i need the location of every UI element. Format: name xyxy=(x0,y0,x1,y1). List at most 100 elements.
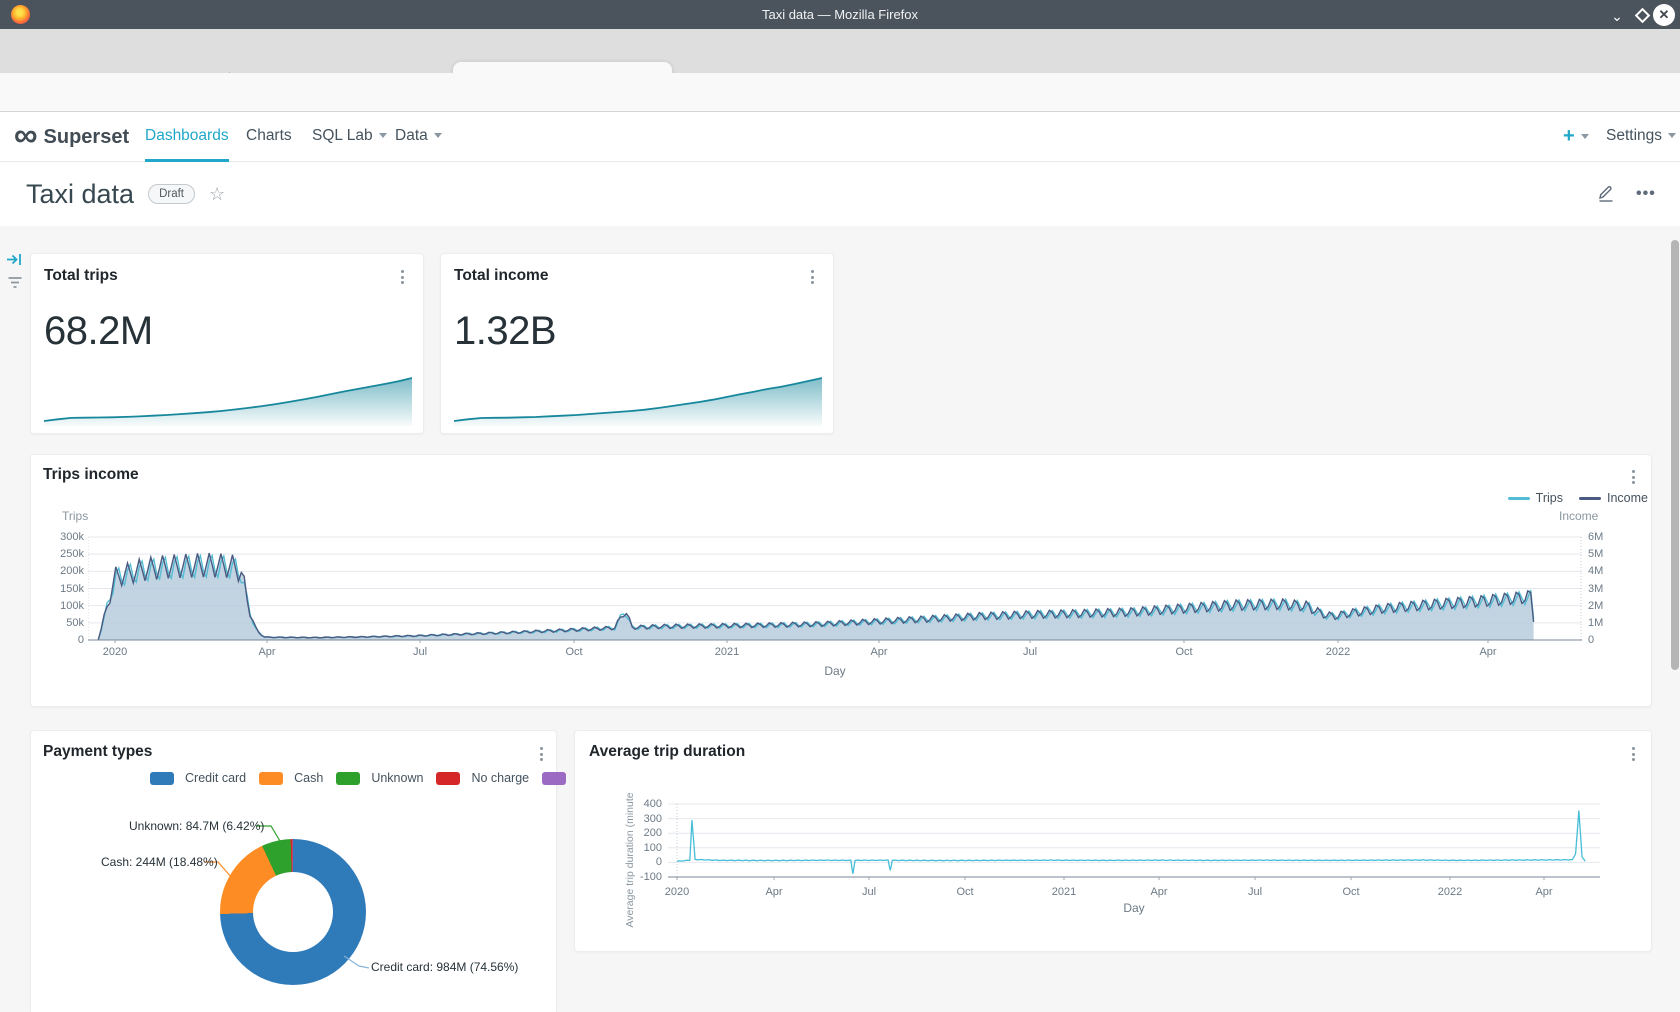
chevron-down-icon xyxy=(1581,134,1589,139)
axis-tick-label: 1M xyxy=(1588,617,1628,629)
nav-label: Settings xyxy=(1606,127,1662,144)
chevron-down-icon xyxy=(1668,133,1676,138)
card-menu-kebab-icon[interactable] xyxy=(395,268,409,286)
chevron-down-icon xyxy=(434,133,442,138)
donut-callout-label: Cash: 244M (18.48%) xyxy=(101,855,218,869)
nav-label: Charts xyxy=(246,127,292,144)
axis-tick-label: Apr xyxy=(258,646,275,658)
card-total-income: Total income 1.32B xyxy=(440,253,834,434)
axis-tick-label: Jul xyxy=(862,886,876,898)
legend-label: Trips xyxy=(1536,491,1563,505)
nav-item-data[interactable]: Data xyxy=(395,112,442,162)
legend-swatch xyxy=(1508,497,1530,500)
axis-tick-label: 2020 xyxy=(665,886,689,898)
card-menu-kebab-icon[interactable] xyxy=(1626,745,1640,763)
card-title: Total trips xyxy=(44,267,118,285)
axis-tick-label: 2M xyxy=(1588,600,1628,612)
axis-tick-label: 100 xyxy=(626,842,662,854)
card-title: Trips income xyxy=(43,466,139,484)
axis-tick-label: Oct xyxy=(956,886,973,898)
axis-tick-label: 2021 xyxy=(715,646,739,658)
legend-label: Income xyxy=(1607,491,1648,505)
card-total-trips: Total trips 68.2M xyxy=(30,253,424,434)
legend-swatch xyxy=(1579,497,1601,500)
axis-tick-label: 6M xyxy=(1588,531,1628,543)
axis-tick-label: 0 xyxy=(40,634,84,646)
window-close-button[interactable]: ✕ xyxy=(1653,4,1675,26)
axis-tick-label: 300 xyxy=(626,813,662,825)
axis-tick-label: Oct xyxy=(565,646,582,658)
axis-tick-label: Jul xyxy=(1248,886,1262,898)
nav-settings-menu[interactable]: Settings xyxy=(1606,112,1676,162)
axis-tick-label: 300k xyxy=(40,531,84,543)
kpi-value: 1.32B xyxy=(454,309,556,354)
axis-tick-label: 250k xyxy=(40,548,84,560)
left-axis-title: Trips xyxy=(62,509,88,523)
axis-tick-label: 0 xyxy=(1588,634,1628,646)
donut-callout-label: Credit card: 984M (74.56%) xyxy=(371,960,518,974)
axis-tick-label: Oct xyxy=(1342,886,1359,898)
axis-tick-label: 400 xyxy=(626,798,662,810)
donut-callout-label: Unknown: 84.7M (6.42%) xyxy=(129,819,264,833)
x-axis-title: Day xyxy=(800,664,870,678)
window-title: Taxi data — Mozilla Firefox xyxy=(0,7,1680,22)
superset-brand-name: Superset xyxy=(44,126,130,149)
axis-tick-label: Apr xyxy=(870,646,887,658)
card-menu-kebab-icon[interactable] xyxy=(805,268,819,286)
favorite-star-icon[interactable]: ☆ xyxy=(209,184,225,205)
more-actions-ellipsis-icon[interactable]: ••• xyxy=(1636,185,1656,203)
nav-item-dashboards[interactable]: Dashboards xyxy=(145,112,229,162)
axis-tick-label: 2020 xyxy=(103,646,127,658)
expand-filter-bar-icon[interactable] xyxy=(6,251,24,268)
kpi-value: 68.2M xyxy=(44,309,153,354)
plus-icon: + xyxy=(1563,125,1575,147)
window-minimize-button[interactable]: ⌄ xyxy=(1606,6,1628,28)
card-menu-kebab-icon[interactable] xyxy=(1626,468,1640,486)
page-title: Taxi data xyxy=(26,179,134,210)
superset-logo-icon: ∞ xyxy=(14,120,38,150)
axis-tick-label: 200 xyxy=(626,827,662,839)
axis-tick-label: 50k xyxy=(40,617,84,629)
total-trips-sparkline-chart xyxy=(44,370,412,426)
nav-label: SQL Lab xyxy=(312,127,373,144)
scrollbar-thumb[interactable] xyxy=(1671,240,1679,670)
status-badge: Draft xyxy=(148,184,195,204)
trips-income-line-chart xyxy=(88,528,1582,644)
card-title: Average trip duration xyxy=(589,743,745,761)
axis-tick-label: Apr xyxy=(1535,886,1552,898)
legend-item-trips[interactable]: Trips xyxy=(1508,491,1563,505)
chevron-down-icon xyxy=(379,133,387,138)
axis-tick-label: Jul xyxy=(413,646,427,658)
legend-item-income[interactable]: Income xyxy=(1579,491,1648,505)
axis-tick-label: 100k xyxy=(40,600,84,612)
superset-brand[interactable]: ∞ Superset xyxy=(14,112,129,162)
dashboard-header-actions: ••• xyxy=(1596,162,1656,226)
nav-item-sql-lab[interactable]: SQL Lab xyxy=(312,112,387,162)
axis-tick-label: 2022 xyxy=(1326,646,1350,658)
axis-tick-label: 5M xyxy=(1588,548,1628,560)
axis-tick-label: Apr xyxy=(1479,646,1496,658)
dashboard-header xyxy=(0,162,1680,226)
dashboard-title-group: Taxi data Draft ☆ xyxy=(26,162,225,226)
axis-tick-label: 2022 xyxy=(1438,886,1462,898)
axis-tick-label: Apr xyxy=(765,886,782,898)
nav-add-button[interactable]: + xyxy=(1563,112,1589,162)
filter-funnel-icon[interactable] xyxy=(6,276,24,290)
axis-tick-label: Jul xyxy=(1023,646,1037,658)
nav-item-charts[interactable]: Charts xyxy=(246,112,292,162)
axis-tick-label: 150k xyxy=(40,583,84,595)
axis-tick-label: 200k xyxy=(40,565,84,577)
edit-pencil-icon[interactable] xyxy=(1596,184,1616,204)
axis-tick-label: -100 xyxy=(626,871,662,883)
total-income-sparkline-chart xyxy=(454,370,822,426)
avg-trip-duration-line-chart xyxy=(668,798,1600,882)
window-titlebar: Taxi data — Mozilla Firefox ⌄ ✕ xyxy=(0,0,1680,29)
tab-bar: MinIO Console × Cluster Overview - Trino… xyxy=(0,29,1680,73)
card-title: Total income xyxy=(454,267,548,285)
axis-tick-label: Apr xyxy=(1150,886,1167,898)
browser-toolbar: ← → 172.18.0.4:32295/superset/dashboard/… xyxy=(0,73,1680,112)
axis-tick-label: 0 xyxy=(626,856,662,868)
right-axis-title: Income xyxy=(1559,509,1598,523)
axis-tick-label: Oct xyxy=(1175,646,1192,658)
trips-income-legend: Trips Income xyxy=(1508,491,1648,505)
